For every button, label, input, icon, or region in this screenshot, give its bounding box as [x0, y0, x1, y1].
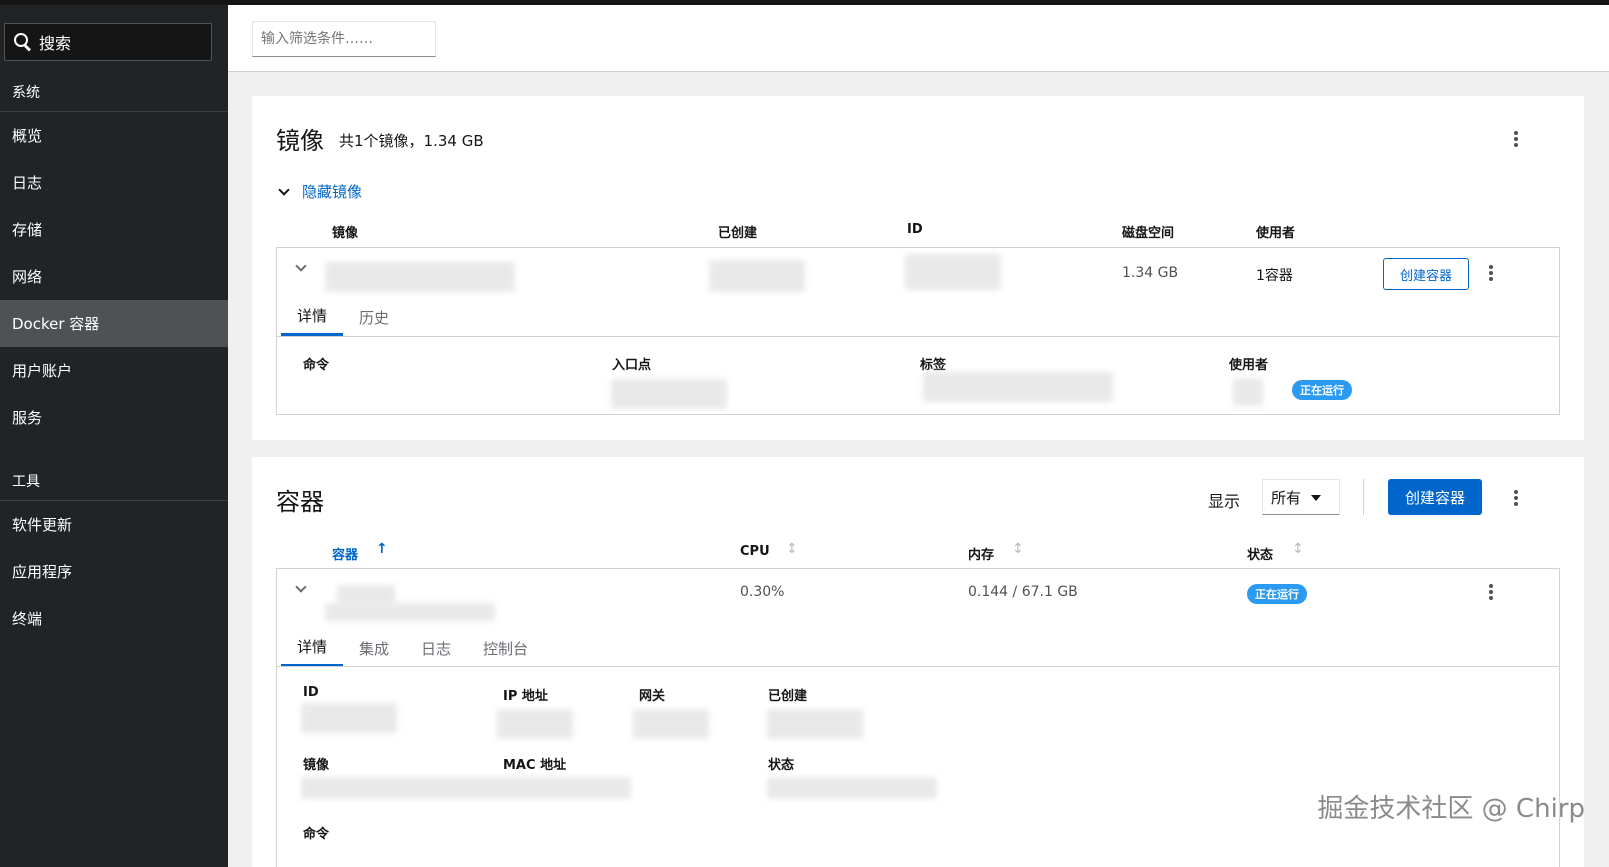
- hide-images-label: 隐藏镜像: [302, 183, 363, 201]
- hide-images-toggle[interactable]: 隐藏镜像: [278, 181, 363, 202]
- ip-redacted: [497, 709, 573, 739]
- show-filter-select[interactable]: 所有: [1262, 479, 1340, 515]
- image-create-container-button[interactable]: 创建容器: [1383, 258, 1469, 290]
- filter-bar: [228, 5, 1609, 72]
- containers-title: 容器: [276, 488, 324, 516]
- state-redacted: [767, 777, 937, 799]
- images-kebab-icon[interactable]: [1514, 131, 1518, 147]
- sidebar-item-logs[interactable]: 日志: [0, 159, 228, 206]
- image-used-by: 1容器: [1256, 268, 1293, 284]
- sidebar-section-tools: 工具: [0, 461, 228, 501]
- image-created-redacted: [709, 260, 805, 292]
- container-detail-gateway: 网关: [639, 689, 666, 704]
- container-detail-state: 状态: [768, 758, 795, 773]
- container-detail-id: ID: [303, 685, 319, 700]
- col-memory[interactable]: 内存: [968, 544, 994, 563]
- used-by-redacted: [1233, 378, 1263, 406]
- container-detail-command: 命令: [303, 827, 330, 842]
- container-detail-mac: MAC 地址: [503, 758, 567, 773]
- col-used-by[interactable]: 使用者: [1256, 222, 1295, 241]
- filter-input[interactable]: [252, 21, 436, 57]
- sidebar-item-storage[interactable]: 存储: [0, 206, 228, 253]
- col-state[interactable]: 状态: [1247, 544, 1273, 563]
- container-state-badge: 正在运行: [1247, 584, 1307, 604]
- images-summary: 共1个镜像，1.34 GB: [339, 132, 484, 150]
- container-detail-image: 镜像: [303, 758, 330, 773]
- image-status-badge: 正在运行: [1292, 380, 1352, 400]
- search-icon: [13, 32, 33, 52]
- sort-neutral-icon[interactable]: ↕: [1292, 541, 1304, 557]
- sidebar-item-overview[interactable]: 概览: [0, 112, 228, 159]
- sidebar-item-terminal[interactable]: 终端: [0, 595, 228, 642]
- caret-down-icon: [1311, 495, 1321, 501]
- col-disk[interactable]: 磁盘空间: [1122, 222, 1174, 241]
- images-card: 镜像 共1个镜像，1.34 GB 隐藏镜像 镜像 已创建 ID 磁盘空间 使用者…: [252, 96, 1584, 440]
- image-detail-used-by: 使用者: [1229, 358, 1269, 373]
- col-image[interactable]: 镜像: [332, 222, 358, 241]
- tabs-divider: [277, 336, 1559, 337]
- show-filter-value: 所有: [1271, 488, 1302, 507]
- image-tabs: 详情 历史: [281, 298, 405, 336]
- col-id[interactable]: ID: [907, 222, 923, 237]
- images-title: 镜像: [276, 127, 324, 155]
- row-expand-chevron-icon[interactable]: [295, 260, 307, 272]
- container-detail-created: 已创建: [768, 689, 808, 704]
- entrypoint-redacted: [611, 379, 727, 409]
- watermark: 掘金技术社区 @ Chirp: [1317, 794, 1585, 824]
- sidebar-search[interactable]: 搜索: [4, 23, 212, 61]
- sidebar-item-network[interactable]: 网络: [0, 253, 228, 300]
- container-cpu: 0.30%: [740, 584, 785, 600]
- tab-container-logs[interactable]: 日志: [405, 629, 467, 667]
- tags-redacted: [923, 372, 1113, 402]
- tab-image-details[interactable]: 详情: [281, 298, 344, 336]
- gateway-redacted: [633, 709, 709, 739]
- sidebar: 搜索 系统 概览 日志 存储 网络 Docker 容器 用户账户 服务 工具 软…: [0, 5, 228, 867]
- row-expand-chevron-icon[interactable]: [295, 581, 307, 593]
- image-detail-tags: 标签: [920, 358, 947, 373]
- tab-container-console[interactable]: 控制台: [467, 629, 544, 667]
- sidebar-item-services[interactable]: 服务: [0, 394, 228, 441]
- sidebar-item-accounts[interactable]: 用户账户: [0, 347, 228, 394]
- show-label: 显示: [1208, 492, 1241, 511]
- container-row-kebab-icon[interactable]: [1489, 584, 1493, 600]
- image-id-redacted: [905, 254, 1001, 290]
- col-cpu[interactable]: CPU: [740, 544, 770, 559]
- image-detail-entrypoint: 入口点: [612, 358, 652, 373]
- image-disk-size: 1.34 GB: [1122, 265, 1179, 281]
- tab-image-history[interactable]: 历史: [343, 298, 405, 336]
- tab-container-integration[interactable]: 集成: [343, 629, 405, 667]
- image-redacted: [301, 777, 631, 799]
- image-detail-command: 命令: [303, 358, 330, 373]
- sidebar-item-apps[interactable]: 应用程序: [0, 548, 228, 595]
- sidebar-nav: 系统 概览 日志 存储 网络 Docker 容器 用户账户 服务 工具 软件更新…: [0, 72, 228, 642]
- container-name-redacted: [337, 585, 395, 605]
- id-redacted: [301, 703, 397, 733]
- sidebar-section-system: 系统: [0, 72, 228, 112]
- sidebar-item-docker[interactable]: Docker 容器: [0, 300, 228, 347]
- sort-neutral-icon[interactable]: ↕: [1012, 541, 1024, 557]
- container-tabs: 详情 集成 日志 控制台: [281, 629, 544, 667]
- sort-asc-icon[interactable]: ↑: [376, 541, 388, 557]
- col-container[interactable]: 容器: [332, 544, 358, 563]
- tabs-divider: [277, 666, 1559, 667]
- container-detail-ip: IP 地址: [503, 689, 548, 704]
- chevron-down-icon: [278, 183, 290, 196]
- image-row: 1.34 GB 1容器 创建容器 详情 历史 命令 入口点 标签 使用者 正在运…: [276, 247, 1560, 415]
- tab-container-details[interactable]: 详情: [281, 629, 344, 667]
- sidebar-item-updates[interactable]: 软件更新: [0, 501, 228, 548]
- created-redacted: [767, 709, 863, 739]
- main-content: 镜像 共1个镜像，1.34 GB 隐藏镜像 镜像 已创建 ID 磁盘空间 使用者…: [228, 5, 1609, 867]
- create-container-button[interactable]: 创建容器: [1388, 479, 1482, 515]
- containers-kebab-icon[interactable]: [1514, 490, 1518, 506]
- image-row-kebab-icon[interactable]: [1489, 265, 1493, 281]
- image-name-redacted: [325, 262, 515, 292]
- container-image-redacted: [325, 603, 495, 621]
- col-created[interactable]: 已创建: [718, 222, 757, 241]
- container-memory: 0.144 / 67.1 GB: [968, 584, 1078, 600]
- sidebar-search-label: 搜索: [39, 34, 72, 53]
- sort-neutral-icon[interactable]: ↕: [786, 541, 798, 557]
- toolbar-divider: [1363, 479, 1364, 515]
